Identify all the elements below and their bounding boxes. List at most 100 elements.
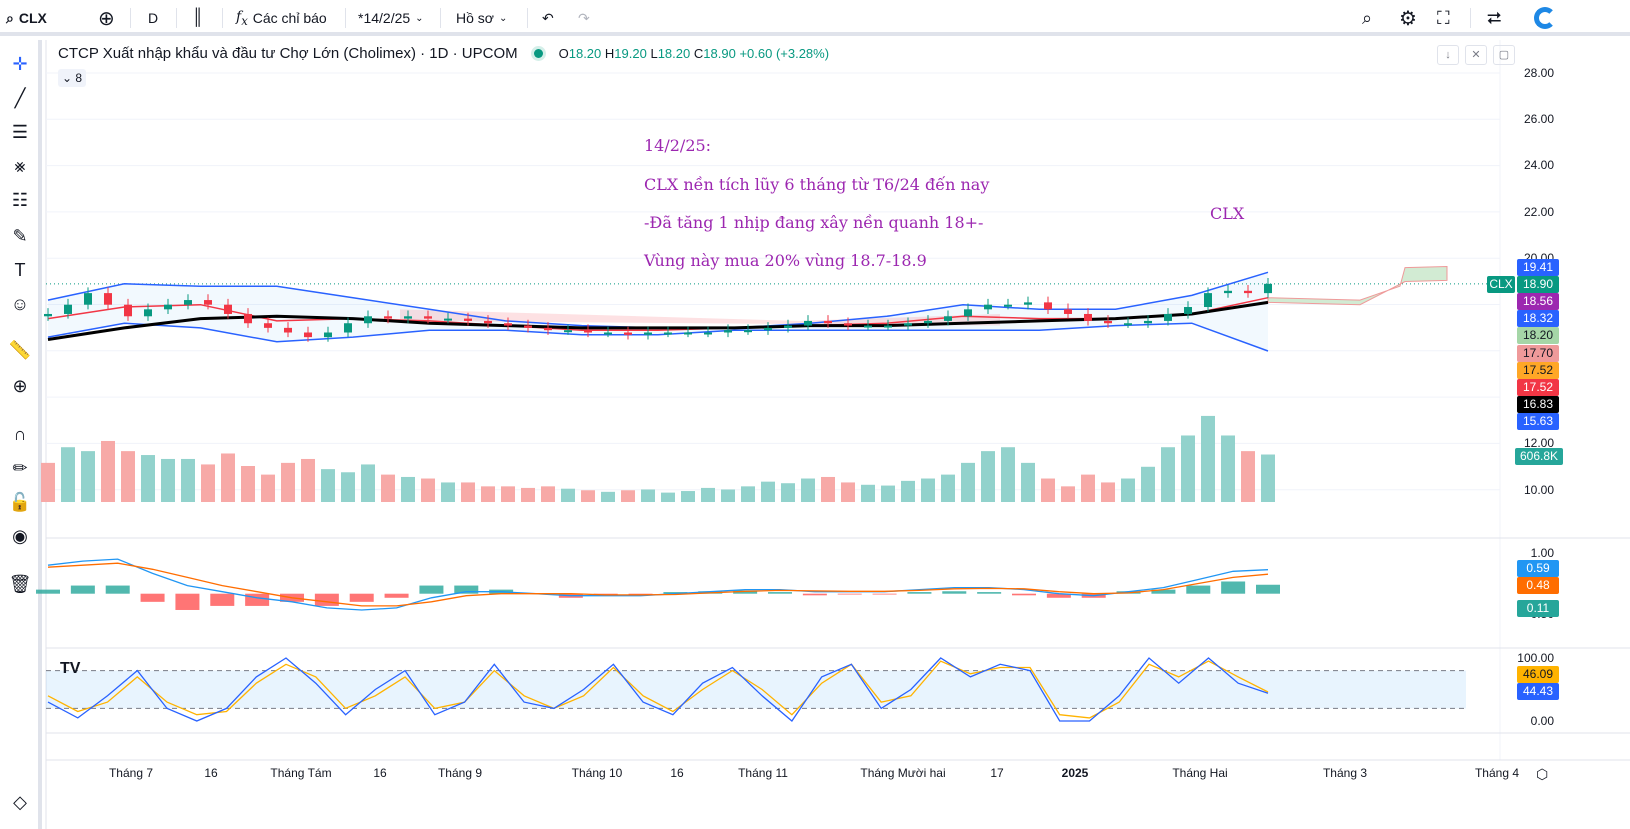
volume-bar	[401, 476, 415, 502]
macd-histogram-bar	[907, 592, 932, 594]
volume-bar	[1141, 466, 1155, 502]
macd-histogram-bar	[314, 593, 339, 606]
drawing-toolbar: ✛ ╱ ☰ ⨳ ☷ ✎ T ☺ 📏 ⊕ ∩ ✏ 🔓 ◉ 🗑 ◇	[0, 40, 42, 829]
fullscreen-button[interactable]: ⛶	[1437, 0, 1450, 36]
macd-histogram-bar	[175, 593, 200, 610]
layout-dropdown[interactable]: *14/2/25 ⌄	[358, 0, 424, 36]
macd-histogram-bar	[977, 592, 1002, 594]
profile-dropdown[interactable]: Hồ sơ ⌄	[456, 0, 507, 36]
volume-bar	[1121, 478, 1135, 502]
lock-tool[interactable]: 🔓	[8, 490, 32, 514]
collapse-pane-button[interactable]: ✕	[1465, 45, 1487, 65]
layout-label: *14/2/25	[358, 10, 411, 26]
zoom-in-tool[interactable]: ⊕	[8, 374, 32, 398]
macd-histogram-bar	[698, 591, 723, 594]
candle-body	[704, 332, 712, 335]
redo-button[interactable]: ↷	[578, 0, 590, 36]
chart-type-button[interactable]: ║	[192, 0, 203, 36]
time-axis-label: Tháng 3	[1322, 766, 1368, 780]
brush-tool[interactable]: ✎	[8, 224, 32, 248]
chart-legend: CTCP Xuất nhập khẩu và đầu tư Chợ Lớn (C…	[58, 45, 829, 62]
maximize-pane-button[interactable]: ▢	[1493, 45, 1515, 65]
volume-bar	[701, 487, 715, 502]
macd-histogram-bar	[1151, 589, 1176, 594]
time-axis-label: Tháng 9	[437, 766, 483, 780]
remove-tool[interactable]: 🗑	[8, 572, 32, 596]
volume-bar	[581, 490, 595, 502]
chart-canvas[interactable]	[0, 0, 1630, 829]
compare-button[interactable]: ⊕	[98, 0, 115, 36]
candle-body	[1024, 302, 1032, 305]
bollinger-upper-line	[47, 271, 1269, 329]
trend-line-tool[interactable]: ╱	[8, 86, 32, 110]
time-axis-label: Tháng Tám	[270, 766, 332, 780]
fullscreen-icon: ⛶	[1437, 7, 1450, 28]
move-down-button[interactable]: ↓	[1437, 45, 1459, 65]
candle-body	[984, 304, 992, 310]
axis-settings-button[interactable]: ⬡	[1536, 766, 1548, 783]
fib-tool[interactable]: ☰	[8, 120, 32, 144]
candle-body	[184, 300, 192, 305]
indicators-collapse-button[interactable]: ⌄ 8	[58, 69, 86, 87]
volume-bar	[741, 486, 755, 502]
price-tag: 17.52	[1517, 361, 1559, 379]
volume-bar	[921, 478, 935, 502]
symbol-search[interactable]: ⌕ CLX	[6, 0, 47, 36]
ruler-tool[interactable]: 📏	[8, 338, 32, 362]
macd-histogram-bar	[70, 585, 95, 594]
volume-bar	[681, 491, 695, 502]
quick-search-button[interactable]: ⌕	[1362, 0, 1372, 36]
volume-bar	[1241, 451, 1255, 502]
candle-body	[424, 316, 432, 319]
candle-body	[1244, 290, 1252, 294]
forecast-icon: ☷	[11, 189, 29, 210]
macd-histogram-bar	[1046, 593, 1071, 598]
chevron-down-icon: ⌄	[61, 71, 73, 85]
stay-drawing-tool[interactable]: ✏	[8, 456, 32, 480]
candle-body	[584, 330, 592, 333]
candle-body	[544, 327, 552, 331]
price-axis-label: 26.00	[1523, 112, 1554, 126]
hide-tool[interactable]: ◉	[8, 524, 32, 548]
price-tag: 19.41	[1517, 259, 1559, 276]
pattern-tool[interactable]: ⨳	[8, 154, 32, 178]
volume-bar	[81, 451, 95, 502]
settings-button[interactable]: ⚙	[1399, 0, 1417, 36]
volume-bar	[501, 486, 515, 502]
candle-body	[1224, 290, 1232, 294]
candle-body	[444, 318, 452, 321]
candle-body	[344, 323, 352, 333]
emoji-tool[interactable]: ☺	[8, 292, 32, 316]
candle-body	[144, 309, 152, 317]
price-tag: 18.20	[1517, 327, 1559, 345]
share-button[interactable]: ⮂	[1487, 0, 1501, 36]
candle-body	[324, 332, 332, 338]
interval-button[interactable]: D	[148, 0, 158, 36]
candle-body	[784, 325, 792, 328]
candle-body	[1144, 320, 1152, 324]
volume-bar	[801, 478, 815, 502]
candle-body	[564, 330, 572, 333]
volume-bar	[421, 478, 435, 502]
tradingview-logo: TV	[60, 660, 81, 677]
volume-bar	[221, 453, 235, 502]
magnet-tool[interactable]: ∩	[8, 422, 32, 446]
candle-body	[824, 320, 832, 324]
text-tool[interactable]: T	[8, 258, 32, 282]
indicators-button[interactable]: fx Các chỉ báo	[236, 0, 327, 36]
undo-button[interactable]: ↶	[542, 0, 554, 36]
app-logo	[1534, 0, 1556, 36]
price-axis-label: 28.00	[1523, 66, 1554, 80]
crosshair-tool[interactable]: ✛	[8, 52, 32, 76]
forecast-tool[interactable]: ☷	[8, 188, 32, 212]
annotation-line: 14/2/25:	[644, 136, 712, 155]
eye-icon: ◉	[12, 525, 28, 546]
macd-histogram-bar	[105, 585, 130, 594]
candle-body	[944, 316, 952, 321]
volume-bar	[1101, 482, 1115, 502]
stoch-axis-label: 0.00	[1530, 714, 1554, 728]
object-tree-tool[interactable]: ◇	[8, 790, 32, 814]
time-axis-label: 16	[373, 766, 387, 780]
candle-body	[224, 304, 232, 314]
candle-body	[1264, 283, 1272, 294]
